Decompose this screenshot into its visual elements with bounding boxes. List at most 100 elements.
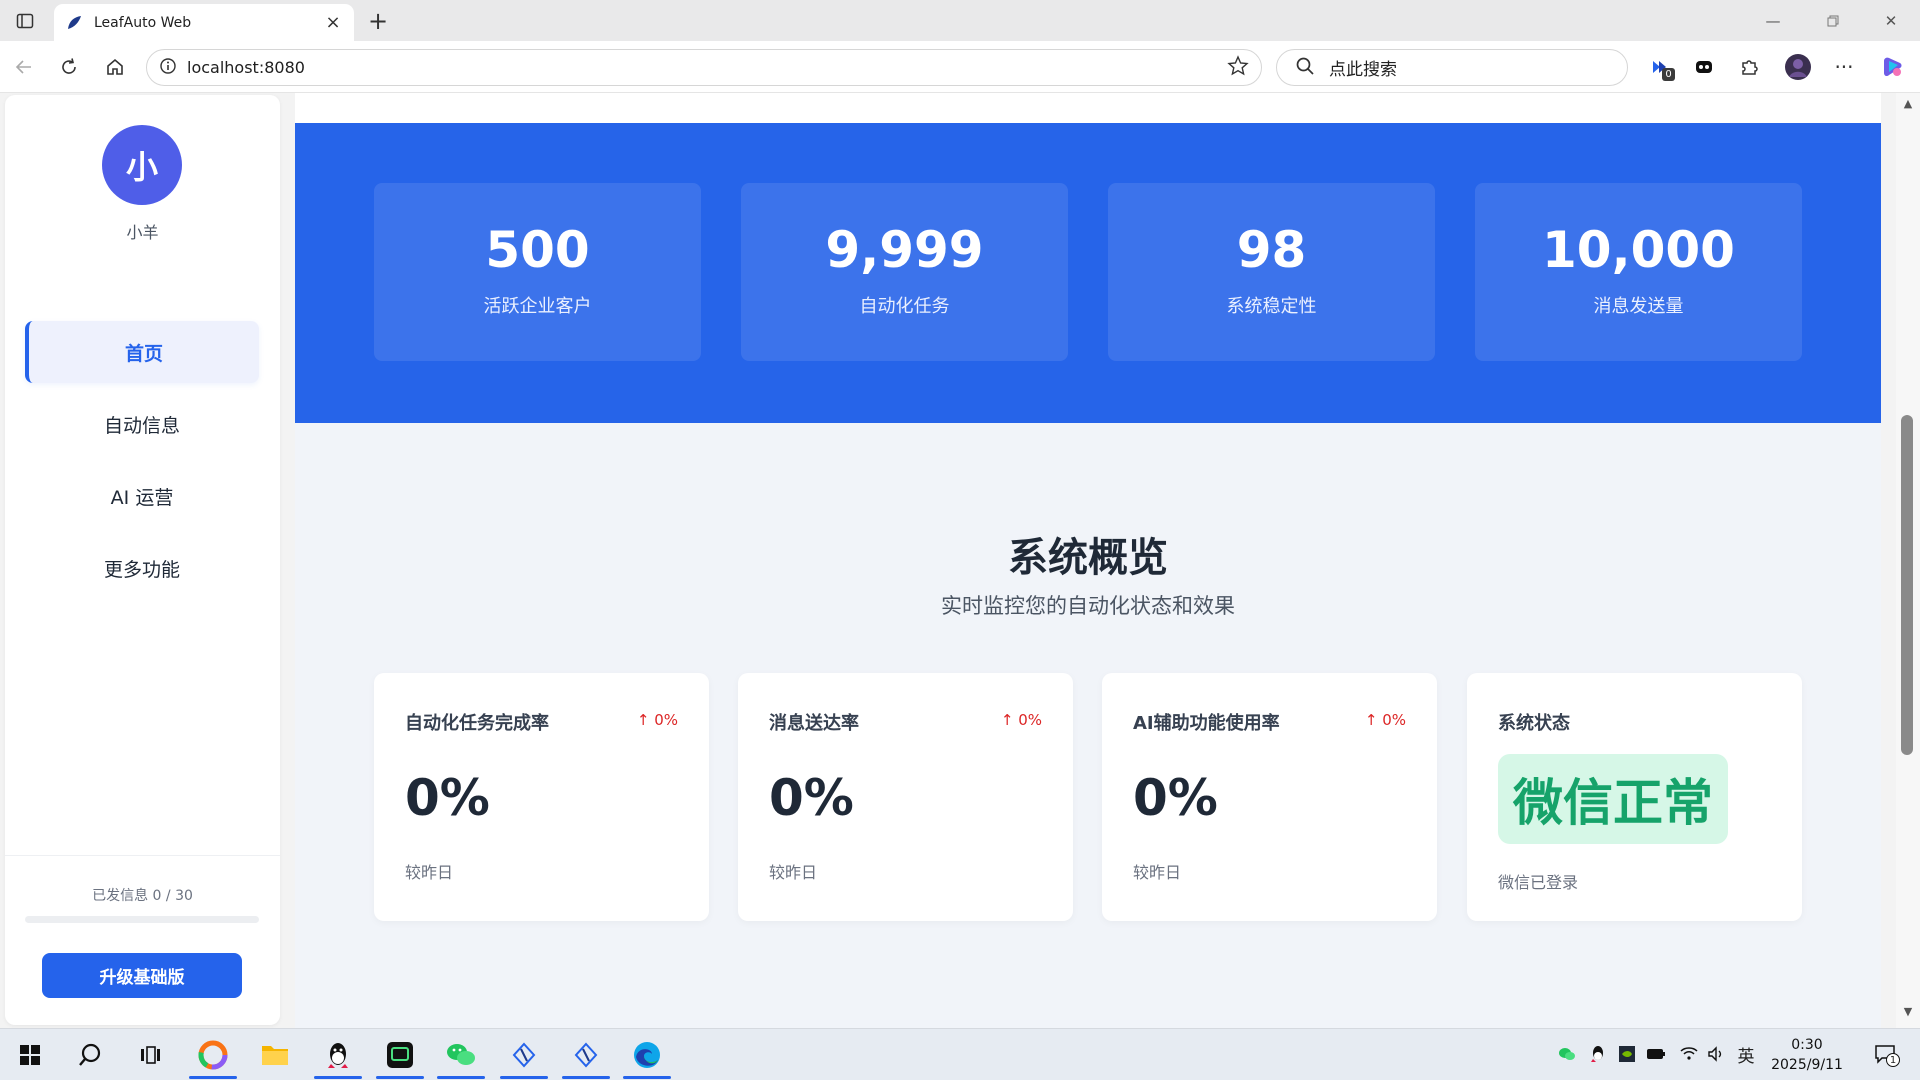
stat-value: 98 (1236, 221, 1307, 279)
extensions-puzzle-icon[interactable] (1733, 51, 1765, 83)
overview-subtitle: 实时监控您的自动化状态和效果 (941, 594, 1235, 618)
wechat-icon[interactable] (437, 1035, 485, 1079)
taskbar-search-icon[interactable] (66, 1035, 114, 1075)
restore-icon[interactable] (1810, 0, 1856, 41)
stat-value: 500 (485, 221, 590, 279)
metric-card-task-completion: 自动化任务完成率 ↑ 0% 0% 较昨日 (374, 673, 709, 921)
qq-icon[interactable] (314, 1035, 362, 1079)
tab-actions-icon[interactable] (10, 8, 40, 34)
active-indicator (623, 1076, 671, 1079)
stat-label: 系统稳定性 (1226, 296, 1317, 317)
site-info-icon[interactable] (159, 57, 177, 79)
status-note: 微信已登录 (1498, 873, 1579, 892)
leaf-favicon-icon (64, 13, 84, 33)
page-scrollbar[interactable]: ▲ ▼ (1896, 93, 1920, 1028)
metric-value: 0% (769, 769, 854, 827)
top-strip (295, 93, 1881, 123)
metric-trend: ↑ 0% (636, 711, 678, 729)
file-explorer-icon[interactable] (251, 1035, 299, 1075)
system-status-card: 系统状态 微信正常 微信已登录 (1467, 673, 1802, 921)
scroll-down-icon[interactable]: ▼ (1900, 1005, 1916, 1021)
scroll-up-icon[interactable]: ▲ (1900, 97, 1916, 113)
active-indicator (314, 1076, 362, 1079)
system-clock[interactable]: 0:30 2025/9/11 (1762, 1035, 1852, 1075)
address-bar[interactable]: localhost:8080 (146, 49, 1262, 86)
search-box[interactable]: 点此搜索 (1276, 49, 1628, 86)
terminal-app-icon[interactable] (376, 1035, 424, 1079)
tab-title: LeafAuto Web (94, 14, 192, 31)
metric-card-ai-usage: AI辅助功能使用率 ↑ 0% 0% 较昨日 (1102, 673, 1437, 921)
taskbar: 英 0:30 2025/9/11 1 (0, 1028, 1920, 1080)
clock-date: 2025/9/11 (1771, 1057, 1843, 1073)
refresh-icon[interactable] (53, 51, 85, 83)
stat-value: 9,999 (825, 221, 984, 279)
more-menu-icon[interactable]: ··· (1828, 51, 1860, 83)
stat-value: 10,000 (1542, 221, 1735, 279)
task-view-icon[interactable] (126, 1035, 174, 1075)
browser-tab[interactable]: LeafAuto Web × (54, 4, 354, 41)
copilot-icon[interactable] (1876, 51, 1908, 83)
stat-label: 消息发送量 (1593, 296, 1684, 317)
dev-tool-icon-2[interactable] (562, 1035, 610, 1079)
metric-trend: ↑ 0% (1364, 711, 1406, 729)
overview-title: 系统概览 (1008, 535, 1168, 581)
extension-badge-icon[interactable]: 0 (1645, 51, 1677, 83)
upgrade-button[interactable]: 升级基础版 (42, 953, 242, 998)
metric-trend: ↑ 0% (1000, 711, 1042, 729)
metric-note: 较昨日 (769, 863, 818, 882)
metric-value: 0% (1133, 769, 1218, 827)
wifi-icon[interactable] (1678, 1043, 1700, 1065)
notification-count: 1 (1886, 1053, 1900, 1067)
colorful-app-icon[interactable] (189, 1035, 237, 1079)
close-window-icon[interactable]: ✕ (1868, 0, 1914, 41)
profile-avatar-icon[interactable] (1782, 51, 1814, 83)
metric-value: 0% (405, 769, 490, 827)
battery-icon (1645, 1043, 1667, 1065)
notification-center-icon[interactable]: 1 (1868, 1043, 1902, 1067)
wechat-status-badge: 微信正常 (1498, 754, 1728, 844)
scrollbar-thumb[interactable] (1901, 415, 1913, 755)
new-tab-button[interactable]: + (364, 7, 392, 35)
dev-tool-icon-1[interactable] (500, 1035, 548, 1079)
sidebar-item-ai-operations[interactable]: AI 运营 (25, 465, 259, 527)
status-title: 系统状态 (1498, 713, 1570, 734)
edge-browser-icon[interactable] (623, 1035, 671, 1079)
search-icon (1295, 56, 1315, 80)
user-avatar[interactable]: 小 (102, 125, 182, 205)
nvidia-tray-icon[interactable] (1616, 1043, 1638, 1065)
sent-messages-progress (25, 916, 259, 923)
qq-tray-icon[interactable] (1587, 1043, 1609, 1065)
sidebar-divider (5, 855, 280, 856)
address-url[interactable]: localhost:8080 (187, 58, 1227, 77)
metric-note: 较昨日 (1133, 863, 1182, 882)
active-indicator (562, 1076, 610, 1079)
ime-indicator[interactable]: 英 (1735, 1043, 1757, 1067)
page-viewport: 小 小羊 首页 自动信息 AI 运营 更多功能 已发信息 0 / 30 升级基础… (0, 93, 1920, 1028)
favorite-star-icon[interactable] (1227, 54, 1249, 81)
metric-note: 较昨日 (405, 863, 454, 882)
windows-start-icon[interactable] (6, 1035, 54, 1075)
minimize-icon[interactable]: — (1750, 0, 1796, 41)
wechat-tray-icon[interactable] (1556, 1043, 1578, 1065)
browser-toolbar: localhost:8080 点此搜索 0 ··· (0, 41, 1920, 93)
sidebar-item-more-features[interactable]: 更多功能 (25, 537, 259, 599)
sidebar-item-auto-message[interactable]: 自动信息 (25, 393, 259, 455)
volume-icon[interactable] (1705, 1043, 1727, 1065)
clock-time: 0:30 (1791, 1037, 1823, 1053)
active-indicator (376, 1076, 424, 1079)
active-indicator (437, 1076, 485, 1079)
stat-label: 活跃企业客户 (483, 296, 592, 317)
game-extension-icon[interactable] (1688, 51, 1720, 83)
stat-card: 10,000 消息发送量 (1475, 183, 1802, 361)
browser-titlebar: LeafAuto Web × + — ✕ (0, 0, 1920, 41)
close-tab-icon[interactable]: × (322, 12, 344, 34)
hero-stats-banner: 500 活跃企业客户 9,999 自动化任务 98 系统稳定性 10,000 消… (295, 123, 1881, 423)
stat-card: 98 系统稳定性 (1108, 183, 1435, 361)
home-icon[interactable] (99, 51, 131, 83)
metric-title: 自动化任务完成率 (405, 713, 549, 734)
active-indicator (189, 1076, 237, 1079)
stat-card: 500 活跃企业客户 (374, 183, 701, 361)
metric-title: 消息送达率 (769, 713, 859, 734)
back-icon[interactable] (8, 51, 40, 83)
sidebar-item-home[interactable]: 首页 (25, 321, 259, 383)
